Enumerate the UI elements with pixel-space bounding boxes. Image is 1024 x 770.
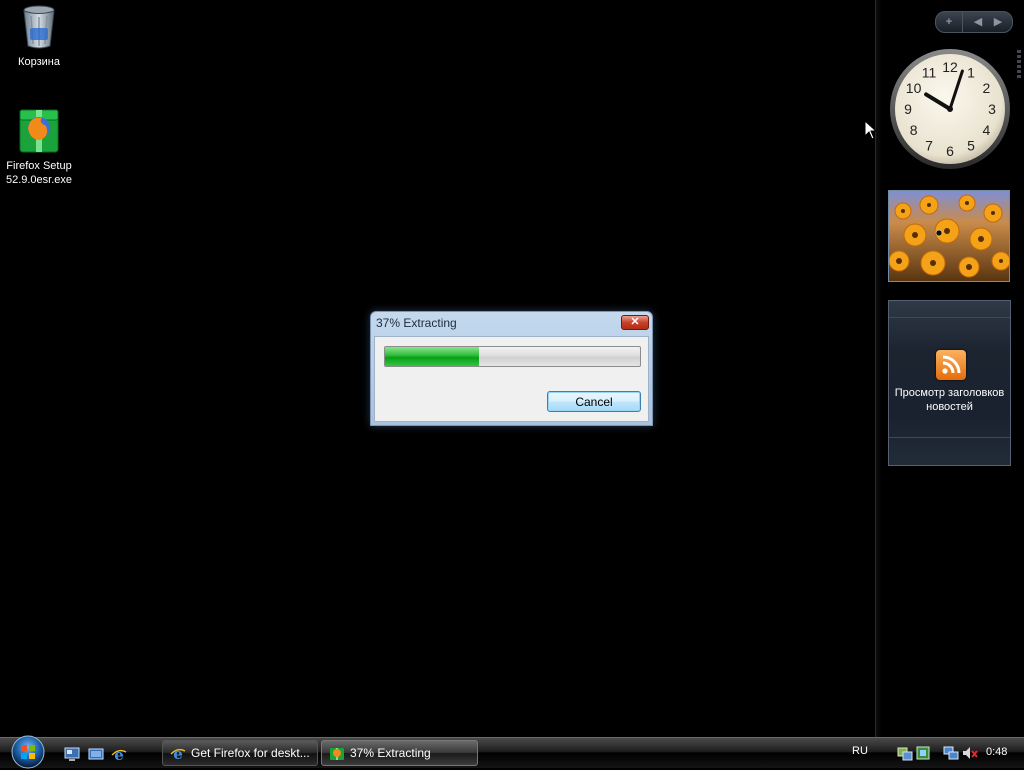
desktop-icon-recycle-bin[interactable]: Корзина [1, 2, 77, 69]
clock-numeral: 7 [925, 137, 933, 153]
desktop-icon-firefox-setup[interactable]: Firefox Setup 52.9.0esr.exe [1, 106, 77, 187]
tray-app-icon[interactable] [915, 745, 931, 761]
dialog-title: 37% Extracting [376, 316, 457, 330]
volume-muted-icon[interactable] [962, 745, 978, 761]
mouse-pointer-icon [864, 120, 878, 140]
progress-fill [385, 347, 480, 366]
language-indicator[interactable]: RU [852, 745, 868, 757]
taskbar-button-label: Get Firefox for deskt... [191, 746, 310, 760]
svg-text:e: e [114, 746, 124, 762]
firefox-installer-icon [330, 748, 344, 760]
clock-numeral: 9 [904, 101, 912, 117]
clock-time[interactable]: 0:48 [986, 746, 1007, 758]
cancel-button[interactable]: Cancel [547, 391, 641, 412]
internet-explorer-icon[interactable]: e [111, 746, 127, 762]
internet-explorer-icon: e [170, 745, 186, 761]
desktop-icon-label: Корзина [18, 56, 60, 68]
clock-numeral: 10 [906, 80, 922, 96]
svg-text:e: e [173, 745, 183, 761]
firefox-installer-icon [19, 109, 59, 153]
extracting-dialog: 37% Extracting ✕ Cancel [370, 311, 653, 426]
flower-photo-icon [889, 191, 1009, 281]
sidebar-controls: + ◀ ▶ [935, 11, 1013, 33]
clock-numeral: 3 [988, 101, 996, 117]
switch-windows-icon[interactable] [88, 746, 104, 762]
clock-numeral: 4 [983, 122, 991, 138]
taskbar-button-extracting[interactable]: 37% Extracting [321, 740, 478, 766]
clock-numeral: 12 [942, 59, 958, 75]
clock-numeral: 2 [983, 80, 991, 96]
gadget-grip-handle[interactable] [1015, 48, 1023, 96]
taskbar-button-label: 37% Extracting [350, 746, 431, 760]
analog-clock-icon: 12 12 3 45678 9 1011 [890, 49, 1010, 169]
feed-headlines-gadget[interactable]: Просмотр заголовков новостей [888, 300, 1011, 466]
dialog-body: Cancel [374, 336, 649, 422]
taskbar-button-firefox-page[interactable]: e Get Firefox for deskt... [162, 740, 318, 766]
clock-numeral: 8 [910, 122, 918, 138]
rss-feed-icon [936, 350, 966, 380]
tray-app-icon[interactable] [897, 745, 913, 761]
clock-numeral: 6 [946, 143, 954, 159]
desktop-icon-label: Firefox Setup 52.9.0esr.exe [5, 160, 73, 186]
clock-numeral: 11 [922, 65, 937, 81]
clock-numeral: 1 [967, 65, 975, 81]
previous-page-button[interactable]: ◀ [968, 12, 988, 32]
clock-gadget[interactable]: 12 1 2 3 4 5 6 7 8 9 10 11 [889, 48, 1011, 170]
network-icon[interactable] [943, 745, 959, 761]
next-page-button[interactable]: ▶ [988, 12, 1008, 32]
start-button[interactable] [6, 734, 50, 770]
progress-bar [384, 346, 641, 367]
close-button[interactable]: ✕ [621, 315, 649, 330]
slideshow-gadget[interactable] [888, 190, 1010, 282]
taskbar: e e Get Firefox for deskt... 37% Extract… [0, 734, 1024, 770]
show-desktop-icon[interactable] [64, 746, 80, 762]
add-gadget-button[interactable]: + [936, 12, 963, 32]
clock-numeral: 5 [967, 137, 975, 153]
recycle-bin-icon [23, 5, 55, 49]
feed-gadget-label: Просмотр заголовков новостей [894, 387, 1005, 413]
windows-sidebar: + ◀ ▶ 12 1 2 3 4 5 6 7 8 9 10 11 Просмот… [875, 0, 1024, 737]
dialog-titlebar[interactable]: 37% Extracting ✕ [371, 312, 652, 334]
